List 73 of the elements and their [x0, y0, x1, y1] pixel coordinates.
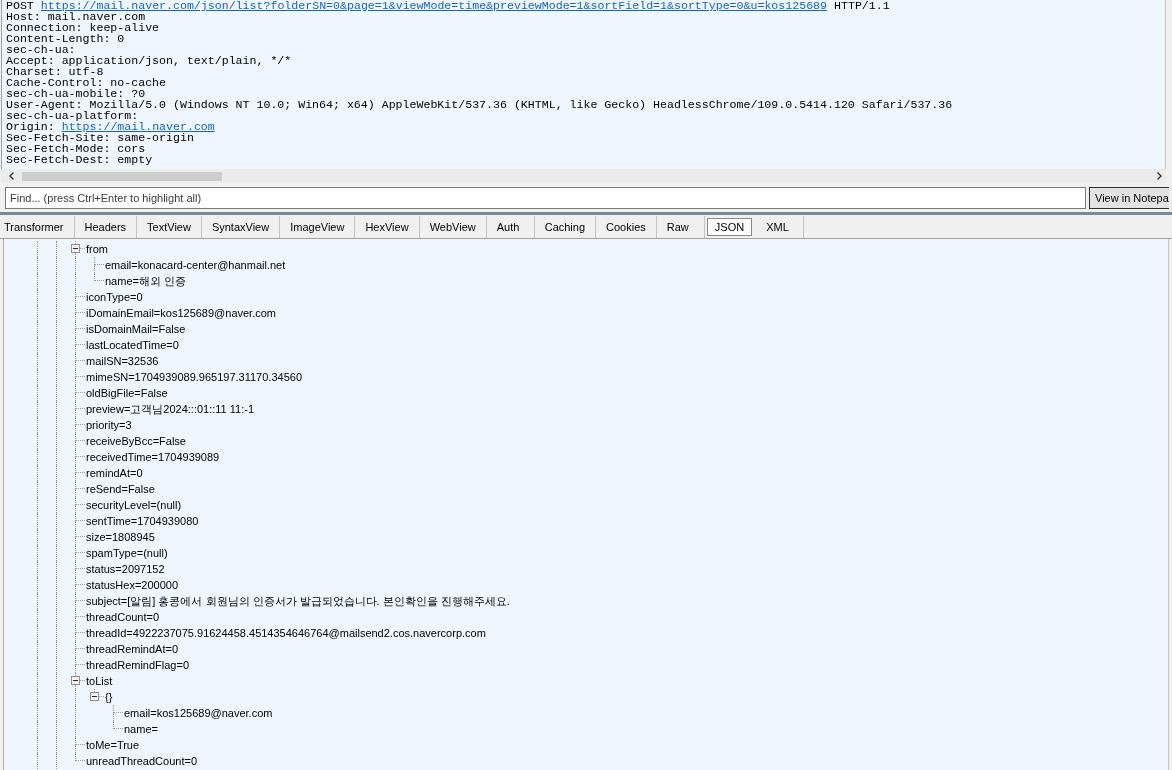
- tab[interactable]: TextView: [137, 216, 202, 238]
- tree-node[interactable]: reSend=False: [85, 481, 156, 497]
- tree-node[interactable]: spamType=(null): [85, 545, 169, 561]
- find-field[interactable]: Find... (press Ctrl+Enter to highlight all): [5, 187, 1086, 209]
- tree-node[interactable]: receivedTime=1704939089: [85, 449, 221, 465]
- tree-node[interactable]: toMe=True: [85, 737, 141, 753]
- tree-node[interactable]: subject=[알림] 홍콩에서 회원님의 인증서가 발급되었습니다. 본인확인을 진행해주세요.: [85, 593, 511, 609]
- header-line: Sec-Fetch-Mode: cors: [6, 143, 146, 154]
- origin-link[interactable]: https://mail.naver.com: [61, 121, 215, 132]
- tree-node[interactable]: threadRemindAt=0: [85, 641, 180, 657]
- view-in-notepad-button[interactable]: View in Notepa: [1089, 187, 1169, 209]
- tree-node[interactable]: iDomainEmail=kos125689@naver.com: [85, 305, 277, 321]
- header-line: sec-ch-ua-mobile: ?0: [6, 88, 146, 99]
- tab[interactable]: ImageView: [280, 216, 356, 238]
- header-line: Cache-Control: no-cache: [6, 77, 167, 88]
- tab[interactable]: HexView: [355, 216, 420, 238]
- header-line: Sec-Fetch-Dest: empty: [6, 154, 153, 165]
- header-line: Charset: utf-8: [6, 66, 104, 77]
- tab[interactable]: Auth: [486, 216, 535, 238]
- tree-node[interactable]: email=konacard-center@hanmail.net: [104, 257, 287, 273]
- scroll-right-icon[interactable]: [1157, 172, 1162, 180]
- tab[interactable]: Headers: [74, 216, 138, 238]
- tab[interactable]: Caching: [534, 216, 597, 238]
- tree-node[interactable]: statusHex=200000: [85, 577, 180, 593]
- tree-node[interactable]: isDomainMail=False: [85, 321, 187, 337]
- tree-node[interactable]: threadId=4922237075.91624458.4514354646764@mailsend2.cos.navercorp.com: [85, 625, 487, 641]
- tab[interactable]: Cookies: [596, 216, 657, 238]
- tree-node[interactable]: email=kos125689@naver.com: [123, 705, 274, 721]
- tree-node[interactable]: remindAt=0: [85, 465, 144, 481]
- header-line: sec-ch-ua:: [6, 44, 76, 55]
- scrollbar-thumb[interactable]: [22, 171, 222, 181]
- tree-node[interactable]: receiveByBcc=False: [85, 433, 187, 449]
- header-line: Host: mail.naver.com: [6, 11, 146, 22]
- tree-node[interactable]: name=해외 인증: [104, 273, 187, 289]
- header-line: sec-ch-ua-platform:: [6, 110, 139, 121]
- http-method: POST: [6, 0, 34, 11]
- tree-node[interactable]: size=1808945: [85, 529, 156, 545]
- tree-node[interactable]: unreadThreadCount=0: [85, 753, 198, 769]
- tree-node[interactable]: name=: [123, 721, 159, 737]
- tree-node[interactable]: iconType=0: [85, 289, 144, 305]
- tree-node[interactable]: preview=고객님2024:::01::11 11:-1: [85, 401, 256, 417]
- tab[interactable]: WebView: [419, 216, 487, 238]
- tree-node[interactable]: toList: [85, 673, 114, 689]
- tree-node[interactable]: lastLocatedTime=0: [85, 337, 180, 353]
- scroll-left-icon[interactable]: [9, 172, 14, 180]
- tab[interactable]: SyntaxView: [201, 216, 281, 238]
- tree-node[interactable]: threadRemindFlag=0: [85, 657, 191, 673]
- tab[interactable]: Raw: [656, 216, 705, 238]
- tree-node[interactable]: oldBigFile=False: [85, 385, 169, 401]
- collapse-icon[interactable]: [90, 692, 99, 701]
- tree-node[interactable]: securityLevel=(null): [85, 497, 183, 513]
- url-link[interactable]: https://mail.naver.com/json/list?folderSN=0&page=1&viewMode=time&previewMode=1&sortField=1&sortType=0&u=kos125689: [40, 0, 828, 11]
- tree-node[interactable]: sentTime=1704939080: [85, 513, 200, 529]
- tree-node[interactable]: {}: [104, 689, 114, 705]
- tree-node[interactable]: mimeSN=1704939089.965197.31170.34560: [85, 369, 303, 385]
- tab[interactable]: XML: [756, 216, 805, 238]
- http-version: HTTP/1.1: [834, 0, 890, 11]
- tab[interactable]: Transformer: [0, 216, 75, 238]
- tree-node[interactable]: from: [85, 241, 109, 257]
- horizontal-scrollbar[interactable]: [1, 169, 1166, 183]
- header-line: Accept: application/json, text/plain, */*: [6, 55, 292, 66]
- header-name: Origin:: [6, 121, 55, 132]
- header-line: User-Agent: Mozilla/5.0 (Windows NT 10.0; Win64; x64) AppleWebKit/537.36 (KHTML, like Gecko) HeadlessChrome/109.0.5414.120 Safari/537.36: [6, 99, 953, 110]
- collapse-icon[interactable]: [71, 244, 80, 253]
- header-line: Sec-Fetch-Site: same-origin: [6, 132, 194, 143]
- header-line: Content-Length: 0: [6, 33, 125, 44]
- tree-node[interactable]: threadCount=0: [85, 609, 161, 625]
- tree-node[interactable]: mailSN=32536: [85, 353, 160, 369]
- tree-node[interactable]: priority=3: [85, 417, 133, 433]
- header-line: Connection: keep-alive: [6, 22, 160, 33]
- tab[interactable]: JSON: [706, 218, 753, 236]
- tree-node[interactable]: status=2097152: [85, 561, 166, 577]
- collapse-icon[interactable]: [71, 676, 80, 685]
